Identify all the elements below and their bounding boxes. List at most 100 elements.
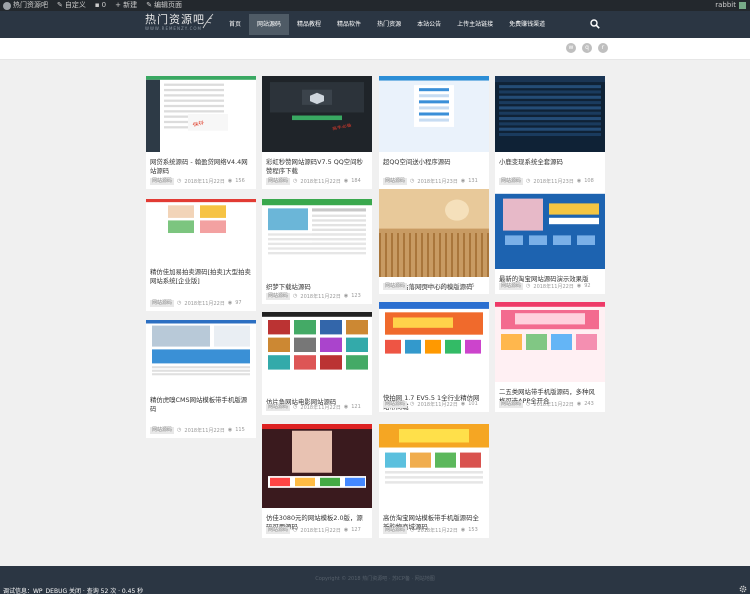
adminbar-edit-page[interactable]: ✎ 编辑页面 xyxy=(146,0,182,11)
post-thumbnail[interactable] xyxy=(495,76,605,152)
post-thumbnail[interactable] xyxy=(379,424,489,508)
clock-icon: ◷ xyxy=(177,427,182,433)
post-card[interactable]: 二五类网站带手机版源码，多种风格可选APP全开合 网站源码 ◷ 2018年11月22日… xyxy=(495,302,605,412)
nav-item[interactable]: 免费赚钱渠道 xyxy=(501,14,553,35)
post-card[interactable]: 保存网贷系统源码 - 翰盈贷网络V4.4网站源码 网站源码 ◷ 2018年11月22日… xyxy=(146,76,256,189)
category-badge[interactable]: 网站源码 xyxy=(266,403,291,411)
post-card[interactable]: 仿佳3080元的网站模板2.0版，源码可用源码网站源码◷2018年11月22日◉… xyxy=(262,424,372,538)
post-thumbnail[interactable] xyxy=(146,199,256,262)
post-meta: 网站源码 ◷ 2018年11月22日 ◉ 156 xyxy=(150,177,245,185)
eye-icon: ◉ xyxy=(460,527,466,533)
post-card[interactable]: 超QQ空间送小程序源码 网站源码 ◷ 2018年11月23日 ◉ 131 xyxy=(379,76,489,189)
rss-icon[interactable]: r xyxy=(598,43,608,53)
eye-icon: ◉ xyxy=(227,178,233,184)
post-thumbnail[interactable] xyxy=(379,189,489,277)
post-meta: 网站源码 ◷ 2018年11月22日 ◉ 101 xyxy=(383,400,478,408)
clock-icon: ◷ xyxy=(177,300,182,306)
post-thumbnail[interactable] xyxy=(262,424,372,508)
post-thumbnail[interactable] xyxy=(146,320,256,390)
post-card[interactable]: 小鹿变现系统全套源码 网站源码 ◷ 2018年11月23日 ◉ 108 xyxy=(495,76,605,189)
eye-icon: ◉ xyxy=(576,401,582,407)
adminbar-customize[interactable]: ✎ 自定义 xyxy=(57,0,86,11)
category-badge[interactable]: 网站源码 xyxy=(266,526,291,534)
category-badge[interactable]: 网站源码 xyxy=(383,282,408,290)
post-title[interactable]: 超QQ空间送小程序源码 xyxy=(383,158,485,176)
post-thumbnail[interactable]: 保存 xyxy=(146,76,256,152)
post-card[interactable]: 精仿虎嗅CMS网站模板带手机版源码网站源码 ◷ 2018年11月22日 ◉ 115 xyxy=(146,320,256,438)
nav-item[interactable]: 网站源码 xyxy=(249,14,290,35)
category-badge[interactable]: 网站源码 xyxy=(499,400,524,408)
clock-icon: ◷ xyxy=(177,178,182,184)
post-date: 2018年11月22日 xyxy=(533,283,574,290)
post-thumbnail[interactable]: 高手必备 xyxy=(262,76,372,152)
weibo-icon[interactable]: w xyxy=(566,43,576,53)
post-thumbnail[interactable] xyxy=(495,189,605,269)
adminbar-comments[interactable]: ▪ 0 xyxy=(95,0,106,11)
post-card[interactable]: 高仿淘宝网站模板带手机版源码全新购物商城源码网站源码◷2018年11月22日◉1… xyxy=(379,424,489,538)
clock-icon: ◷ xyxy=(293,178,298,184)
wp-logo-menu[interactable]: 热门资源吧 xyxy=(3,0,48,11)
eye-icon: ◉ xyxy=(460,283,466,289)
clock-icon: ◷ xyxy=(526,401,531,407)
post-meta: 网站源码 ◷ 2018年11月22日 ◉ 115 xyxy=(150,426,245,434)
nav-item[interactable]: 上传主站链接 xyxy=(449,14,501,35)
post-title[interactable]: 精仿佳加易拍卖源码[拍卖]大型拍卖网站系统[企业版] xyxy=(150,268,252,286)
nav-item[interactable]: 首页 xyxy=(221,14,249,35)
post-card[interactable]: 仿片鱼网站电影网站源码 网站源码 ◷ 2018年11月22日 ◉ 121 xyxy=(262,312,372,415)
category-badge[interactable]: 网站源码 xyxy=(383,177,408,185)
eye-icon: ◉ xyxy=(343,404,349,410)
post-thumbnail[interactable] xyxy=(379,76,489,152)
post-thumbnail[interactable] xyxy=(262,312,372,392)
eye-icon: ◉ xyxy=(343,178,349,184)
adminbar-new[interactable]: + 新建 xyxy=(115,0,137,11)
category-badge[interactable]: 网站源码 xyxy=(150,299,175,307)
post-title[interactable]: 精仿虎嗅CMS网站模板带手机版源码 xyxy=(150,396,252,414)
clock-icon: ◷ xyxy=(293,293,298,299)
eye-icon: ◉ xyxy=(576,283,582,289)
adminbar-account[interactable]: rabbit xyxy=(715,0,746,11)
view-count: 156 xyxy=(235,178,245,184)
post-date: 2018年11月22日 xyxy=(533,401,574,408)
post-thumbnail[interactable] xyxy=(495,302,605,382)
view-count: 65 xyxy=(468,283,475,289)
nav-item[interactable]: 本站公告 xyxy=(409,14,449,35)
post-thumbnail[interactable] xyxy=(379,302,489,388)
post-date: 2018年11月22日 xyxy=(417,527,458,534)
category-badge[interactable]: 网站源码 xyxy=(150,177,175,185)
post-card[interactable]: 织梦下载站源码 网站源码 ◷ 2018年11月22日 ◉ 123 xyxy=(262,199,372,304)
category-badge[interactable]: 网站源码 xyxy=(499,177,524,185)
post-title[interactable]: 彩虹秒赞网站源码V7.5 QQ空间秒赞程序下载 xyxy=(266,158,368,176)
category-badge[interactable]: 网站源码 xyxy=(266,292,291,300)
category-badge[interactable]: 网站源码 xyxy=(383,400,408,408)
post-card[interactable]: 高手必备 彩虹秒赞网站源码V7.5 QQ空间秒赞程序下载 网站源码 ◷ 2018年11月… xyxy=(262,76,372,189)
post-title[interactable]: 网贷系统源码 - 翰盈贷网络V4.4网站源码 xyxy=(150,158,252,176)
clock-icon: ◷ xyxy=(410,527,415,533)
post-card[interactable]: 精仿佳加易拍卖源码[拍卖]大型拍卖网站系统[企业版] 网站源码 ◷ 2018年11月2… xyxy=(146,199,256,311)
adminbar-site-name[interactable]: 热门资源吧 xyxy=(13,0,48,11)
post-card[interactable]: 快拍网 1.7 EV5.5 1全行业精仿网站带商城网站源码◷2018年11月22… xyxy=(379,302,489,412)
post-thumbnail[interactable] xyxy=(262,199,372,277)
category-badge[interactable]: 网站源码 xyxy=(150,426,175,434)
post-meta: 网站源码 ◷ 2018年11月22日 ◉ 97 xyxy=(150,299,242,307)
post-date: 2018年11月22日 xyxy=(300,293,341,300)
search-icon[interactable] xyxy=(590,19,600,29)
category-badge[interactable]: 网站源码 xyxy=(383,526,408,534)
nav-item[interactable]: 精品软件 xyxy=(329,14,369,35)
avatar xyxy=(739,2,746,9)
view-count: 97 xyxy=(235,300,242,306)
gear-icon[interactable] xyxy=(739,585,747,593)
eye-icon: ◉ xyxy=(227,300,233,306)
category-badge[interactable]: 网站源码 xyxy=(266,177,291,185)
qq-icon[interactable]: q xyxy=(582,43,592,53)
category-badge[interactable]: 网站源码 xyxy=(499,282,524,290)
site-logo[interactable]: 热门资源吧 WWW.REMENZY.COM xyxy=(145,13,215,35)
leaf-icon xyxy=(202,13,214,29)
adminbar-user-name: rabbit xyxy=(715,1,736,9)
post-card[interactable]: 最新的淘宝网站源码演示效果版 网站源码 ◷ 2018年11月22日 ◉ 92 xyxy=(495,189,605,294)
nav-item[interactable]: 精品教程 xyxy=(289,14,329,35)
view-count: 123 xyxy=(351,293,361,299)
post-card[interactable]: 一款网站落网页中心的模版源码 网站源码 ◷ 2018年11月22日 ◉ 65 xyxy=(379,189,489,294)
post-title[interactable]: 小鹿变现系统全套源码 xyxy=(499,158,601,176)
post-date: 2018年11月23日 xyxy=(533,178,574,185)
nav-item[interactable]: 热门资源 xyxy=(369,14,409,35)
